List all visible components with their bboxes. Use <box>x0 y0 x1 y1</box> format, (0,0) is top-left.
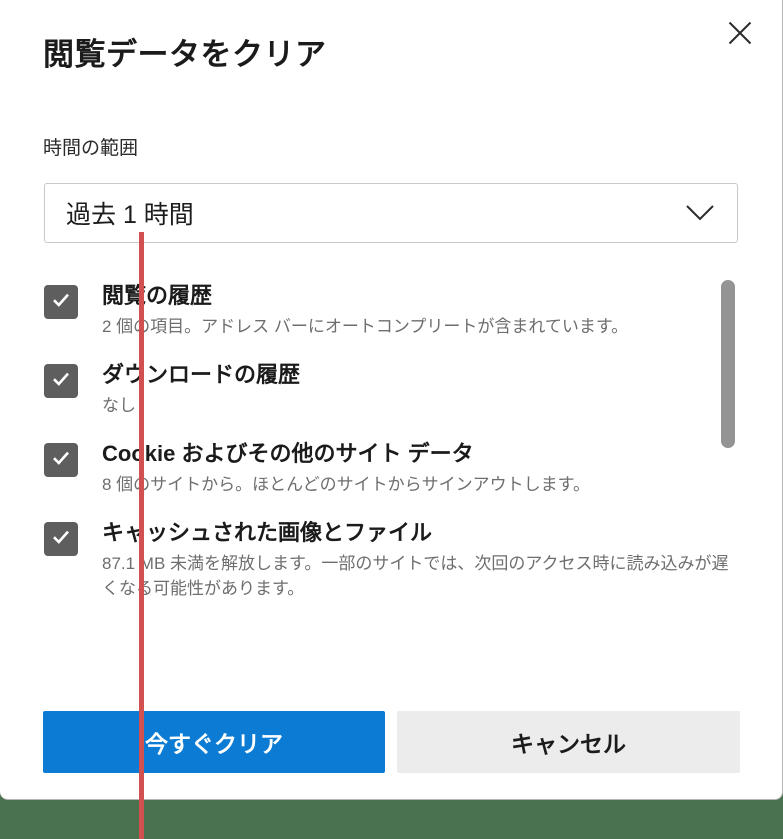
checkbox-cached-images-files[interactable] <box>44 522 78 556</box>
options-list: 閲覧の履歴 2 個の項目。アドレス バーにオートコンプリートが含まれています。 … <box>0 282 782 602</box>
option-description: 2 個の項目。アドレス バーにオートコンプリートが含まれています。 <box>102 316 629 336</box>
list-item[interactable]: キャッシュされた画像とファイル 87.1 MB 未満を解放します。一部のサイトで… <box>0 519 782 602</box>
option-description: なし <box>102 395 136 415</box>
option-description: 87.1 MB 未満を解放します。一部のサイトでは、次回のアクセス時に読み込みが… <box>102 553 729 599</box>
checkmark-icon <box>50 526 72 553</box>
option-title: ダウンロードの履歴 <box>102 362 301 387</box>
checkbox-download-history[interactable] <box>44 364 78 398</box>
option-text: Cookie およびその他のサイト データ 8 個のサイトから。ほとんどのサイト… <box>102 440 640 497</box>
list-item[interactable]: Cookie およびその他のサイト データ 8 個のサイトから。ほとんどのサイト… <box>0 440 782 497</box>
close-button[interactable] <box>712 6 768 60</box>
close-icon <box>727 20 753 46</box>
dialog-footer: 今すぐクリア キャンセル <box>0 711 782 774</box>
list-item[interactable]: 閲覧の履歴 2 個の項目。アドレス バーにオートコンプリートが含まれています。 <box>0 282 782 339</box>
annotation-pointer-line <box>139 232 144 839</box>
option-description: 8 個のサイトから。ほとんどのサイトからサインアウトします。 <box>102 474 590 494</box>
scrollbar-thumb[interactable] <box>721 280 735 448</box>
time-range-label: 時間の範囲 <box>43 138 139 159</box>
list-item[interactable]: ダウンロードの履歴 なし <box>0 361 782 418</box>
page-title: 閲覧データをクリア <box>43 37 327 72</box>
chevron-down-icon <box>685 204 715 222</box>
checkmark-icon <box>50 289 72 316</box>
option-title: キャッシュされた画像とファイル <box>102 520 433 545</box>
clear-browsing-data-dialog: 閲覧データをクリア 時間の範囲 過去 1 時間 閲覧の履歴 2 個の項目。アドレ… <box>0 0 783 800</box>
option-title: 閲覧の履歴 <box>102 283 213 308</box>
cancel-button[interactable]: キャンセル <box>397 711 740 773</box>
option-text: 閲覧の履歴 2 個の項目。アドレス バーにオートコンプリートが含まれています。 <box>102 282 678 339</box>
option-text: キャッシュされた画像とファイル 87.1 MB 未満を解放します。一部のサイトで… <box>102 519 782 602</box>
clear-now-button[interactable]: 今すぐクリア <box>43 711 385 773</box>
options-scroll-area: 閲覧の履歴 2 個の項目。アドレス バーにオートコンプリートが含まれています。 … <box>0 265 782 690</box>
time-range-selected-value: 過去 1 時間 <box>66 201 194 229</box>
time-range-dropdown[interactable]: 過去 1 時間 <box>44 183 738 243</box>
option-title: Cookie およびその他のサイト データ <box>102 441 474 466</box>
checkbox-browsing-history[interactable] <box>44 285 78 319</box>
options-scrollbar[interactable] <box>721 270 735 690</box>
checkmark-icon <box>50 368 72 395</box>
checkmark-icon <box>50 447 72 474</box>
checkbox-cookies-site-data[interactable] <box>44 443 78 477</box>
